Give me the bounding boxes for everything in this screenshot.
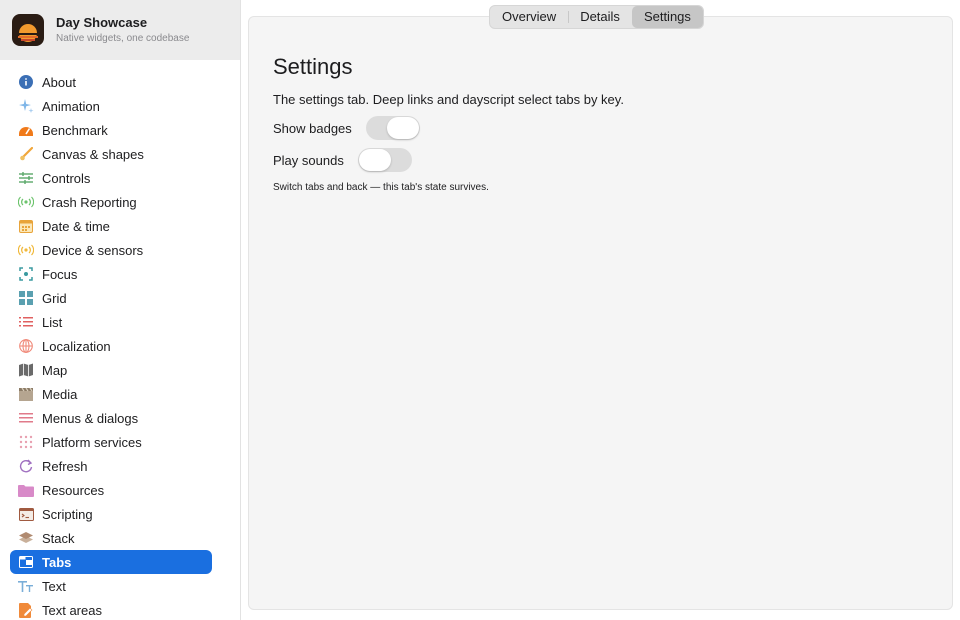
sidebar-item-label: About: [42, 74, 76, 90]
sidebar-item-label: Animation: [42, 98, 100, 114]
brush-icon: [18, 146, 34, 162]
app-subtitle: Native widgets, one codebase: [56, 32, 190, 44]
text-icon: [18, 578, 34, 594]
sidebar-item-stack[interactable]: Stack: [10, 526, 212, 550]
edit-doc-icon: [18, 602, 34, 618]
settings-panel: Settings The settings tab. Deep links an…: [248, 16, 953, 610]
sidebar-item-label: Focus: [42, 266, 78, 282]
tab-details[interactable]: Details: [568, 6, 632, 28]
main-content: Overview Details Settings Settings The s…: [241, 0, 960, 620]
tabs-icon: [18, 554, 34, 570]
sidebar-item-label: Media: [42, 386, 78, 402]
play-sounds-toggle[interactable]: [357, 148, 412, 172]
sidebar-item-grid[interactable]: Grid: [10, 286, 212, 310]
sidebar-item-localization[interactable]: Localization: [10, 334, 212, 358]
sidebar-item-benchmark[interactable]: Benchmark: [10, 118, 212, 142]
sidebar-item-label: Tabs: [42, 554, 72, 570]
sidebar-item-label: Device & sensors: [42, 242, 144, 258]
sidebar-item-label: Date & time: [42, 218, 110, 234]
sidebar-item-device-sensors[interactable]: Device & sensors: [10, 238, 212, 262]
toggle-knob: [386, 117, 419, 139]
app-logo-icon: [12, 14, 44, 46]
show-badges-toggle[interactable]: [365, 116, 420, 140]
page-title: Settings: [273, 54, 353, 79]
tab-overview[interactable]: Overview: [490, 6, 568, 28]
gauge-icon: [18, 122, 34, 138]
sidebar-item-label: Benchmark: [42, 122, 108, 138]
map-icon: [18, 362, 34, 378]
sidebar-item-label: Localization: [42, 338, 111, 354]
sidebar-item-label: Refresh: [42, 458, 88, 474]
segmented-tab-bar: Overview Details Settings: [489, 5, 704, 29]
sidebar-nav: About Animation Benchmark Canvas & shape…: [0, 60, 240, 620]
focus-icon: [18, 266, 34, 282]
play-sounds-label: Play sounds: [273, 152, 344, 168]
tab-settings[interactable]: Settings: [631, 6, 703, 28]
play-sounds-row: Play sounds: [273, 148, 928, 172]
sidebar-item-map[interactable]: Map: [10, 358, 212, 382]
sidebar-item-about[interactable]: About: [10, 70, 212, 94]
sidebar-item-date-time[interactable]: Date & time: [10, 214, 212, 238]
app-title: Day Showcase: [56, 14, 148, 30]
sidebar-item-canvas-shapes[interactable]: Canvas & shapes: [10, 142, 212, 166]
sidebar-item-controls[interactable]: Controls: [10, 166, 212, 190]
sidebar-item-animation[interactable]: Animation: [10, 94, 212, 118]
sidebar-item-label: Controls: [42, 170, 91, 186]
sidebar-item-label: List: [42, 314, 63, 330]
show-badges-row: Show badges: [273, 116, 928, 140]
sidebar-item-crash-reporting[interactable]: Crash Reporting: [10, 190, 212, 214]
sidebar-item-label: Platform services: [42, 434, 142, 450]
sidebar-item-refresh[interactable]: Refresh: [10, 454, 212, 478]
toggle-knob: [358, 149, 391, 171]
sidebar-item-focus[interactable]: Focus: [10, 262, 212, 286]
sliders-icon: [18, 170, 34, 186]
sidebar-item-label: Stack: [42, 530, 75, 546]
info-icon: [18, 74, 34, 90]
sidebar-item-label: Menus & dialogs: [42, 410, 139, 426]
terminal-icon: [18, 506, 34, 522]
calendar-icon: [18, 218, 34, 234]
refresh-icon: [18, 458, 34, 474]
sidebar-item-menus-dialogs[interactable]: Menus & dialogs: [10, 406, 212, 430]
menu-icon: [18, 410, 34, 426]
panel-description: The settings tab. Deep links and dayscri…: [273, 92, 624, 107]
sidebar-item-resources[interactable]: Resources: [10, 478, 212, 502]
dots-grid-icon: [18, 434, 34, 450]
sidebar-item-label: Text: [42, 578, 66, 594]
app-titles: Day Showcase Native widgets, one codebas…: [56, 15, 189, 46]
sensor-icon: [18, 242, 34, 258]
sidebar-item-label: Map: [42, 362, 68, 378]
sidebar-item-label: Canvas & shapes: [42, 146, 144, 162]
sidebar-item-label: Scripting: [42, 506, 93, 522]
show-badges-label: Show badges: [273, 120, 352, 136]
layers-icon: [18, 530, 34, 546]
app-header: Day Showcase Native widgets, one codebas…: [0, 0, 240, 60]
sparkles-icon: [18, 98, 34, 114]
sidebar-item-media[interactable]: Media: [10, 382, 212, 406]
sidebar-item-tabs[interactable]: Tabs: [10, 550, 212, 574]
grid-icon: [18, 290, 34, 306]
sidebar-item-list[interactable]: List: [10, 310, 212, 334]
sidebar: Day Showcase Native widgets, one codebas…: [0, 0, 241, 620]
sidebar-item-text-areas[interactable]: Text areas: [10, 598, 212, 620]
sidebar-item-label: Text areas: [42, 602, 102, 618]
sidebar-item-platform-services[interactable]: Platform services: [10, 430, 212, 454]
broadcast-icon: [18, 194, 34, 210]
sidebar-item-label: Grid: [42, 290, 67, 306]
sidebar-item-label: Crash Reporting: [42, 194, 137, 210]
globe-icon: [18, 338, 34, 354]
sidebar-item-text[interactable]: Text: [10, 574, 212, 598]
state-note: Switch tabs and back — this tab's state …: [273, 182, 489, 193]
clapper-icon: [18, 386, 34, 402]
sidebar-item-label: Resources: [42, 482, 105, 498]
sidebar-item-scripting[interactable]: Scripting: [10, 502, 212, 526]
list-icon: [18, 314, 34, 330]
folder-icon: [18, 482, 34, 498]
